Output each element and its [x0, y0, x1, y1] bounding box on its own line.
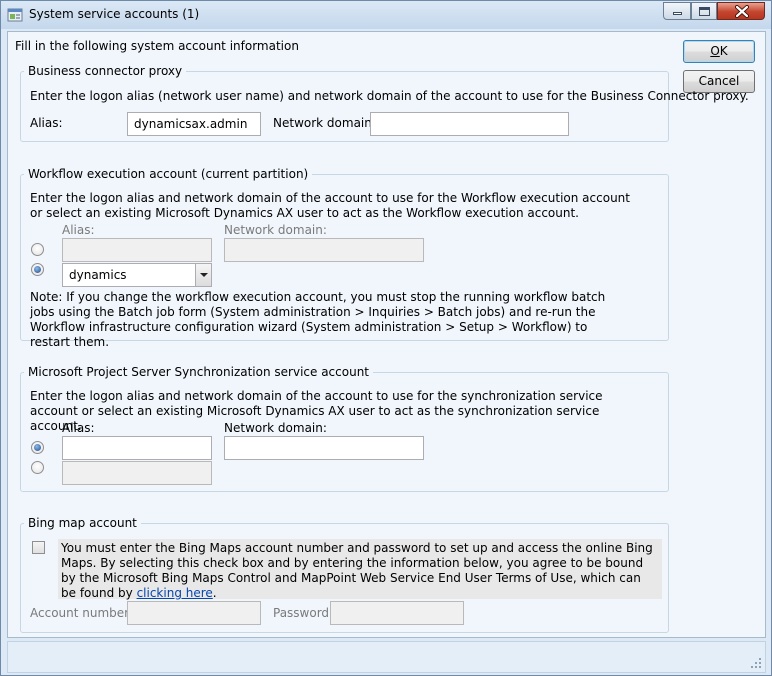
- project-server-title: Microsoft Project Server Synchronization…: [24, 365, 373, 380]
- business-connector-domain-input[interactable]: [370, 112, 569, 136]
- project-server-alias-radio[interactable]: [31, 441, 44, 454]
- project-server-domain-input[interactable]: [224, 436, 424, 460]
- project-server-user-radio[interactable]: [31, 461, 44, 474]
- dialog-window: System service accounts (1) Fill in the …: [0, 0, 772, 676]
- ok-mnemonic: O: [710, 44, 720, 58]
- status-bar: [7, 641, 766, 673]
- workflow-alias-input[interactable]: [62, 238, 212, 262]
- workflow-domain-label: Network domain:: [224, 223, 327, 237]
- ok-button[interactable]: OK: [683, 40, 755, 63]
- project-server-user-input[interactable]: [62, 461, 212, 485]
- business-connector-group: [20, 71, 669, 142]
- bing-account-label: Account number:: [30, 606, 133, 620]
- app-icon: [7, 8, 23, 22]
- bing-terms-box: You must enter the Bing Maps account num…: [58, 539, 662, 601]
- close-icon: [735, 5, 749, 18]
- business-connector-domain-label: Network domain:: [273, 116, 376, 130]
- bing-accept-checkbox[interactable]: [32, 541, 45, 554]
- minimize-button[interactable]: [663, 2, 691, 20]
- workflow-user-combo[interactable]: dynamics: [62, 263, 212, 287]
- bing-terms-link[interactable]: clicking here: [137, 586, 213, 600]
- workflow-user-radio[interactable]: [31, 263, 44, 276]
- bing-terms: You must enter the Bing Maps account num…: [61, 541, 657, 601]
- workflow-note: Note: If you change the workflow executi…: [30, 290, 606, 349]
- bing-title: Bing map account: [24, 516, 141, 531]
- ok-label-rest: K: [719, 44, 728, 58]
- close-button[interactable]: [717, 2, 765, 20]
- chevron-down-icon[interactable]: [195, 264, 211, 286]
- business-connector-description: Enter the logon alias (network user name…: [30, 89, 749, 103]
- bing-account-input[interactable]: [127, 601, 261, 625]
- project-server-alias-input[interactable]: [62, 436, 212, 460]
- workflow-title: Workflow execution account (current part…: [24, 167, 313, 182]
- maximize-icon: [699, 7, 710, 16]
- project-server-domain-label: Network domain:: [224, 421, 327, 435]
- workflow-alias-label: Alias:: [62, 223, 95, 237]
- workflow-description: Enter the logon alias and network domain…: [30, 191, 630, 220]
- project-server-alias-label: Alias:: [62, 421, 95, 435]
- business-connector-alias-label: Alias:: [30, 116, 63, 130]
- business-connector-alias-input[interactable]: [127, 112, 261, 136]
- bing-password-label: Password:: [273, 606, 334, 620]
- window-title: System service accounts (1): [29, 7, 200, 21]
- workflow-alias-radio[interactable]: [31, 243, 44, 256]
- minimize-icon: [673, 12, 682, 15]
- project-server-description: Enter the logon alias and network domain…: [30, 389, 603, 433]
- title-bar[interactable]: System service accounts (1): [1, 1, 771, 29]
- maximize-button[interactable]: [691, 2, 717, 20]
- business-connector-title: Business connector proxy: [24, 64, 187, 79]
- resize-grip-icon[interactable]: [750, 657, 762, 669]
- bing-terms-end: .: [212, 586, 217, 600]
- workflow-domain-input[interactable]: [224, 238, 424, 262]
- workflow-user-value: dynamics: [69, 268, 127, 282]
- instruction-text: Fill in the following system account inf…: [15, 39, 299, 53]
- bing-password-input[interactable]: [330, 601, 464, 625]
- dialog-content: Fill in the following system account inf…: [7, 31, 766, 638]
